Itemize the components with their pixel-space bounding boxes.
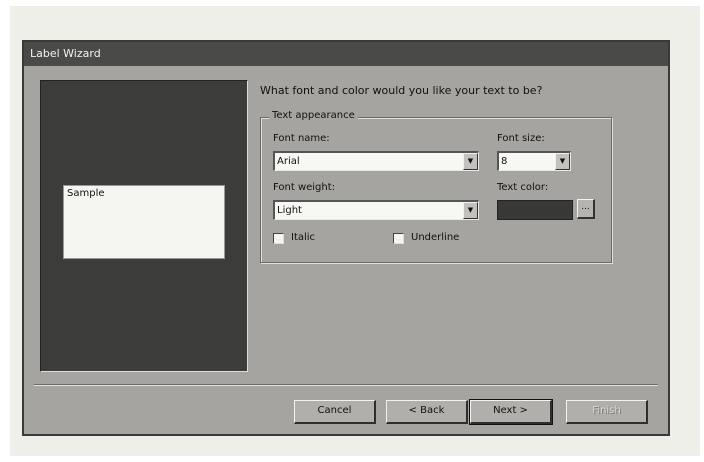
font-name-value: Arial [277,156,300,167]
window-title: Label Wizard [30,47,101,60]
back-button[interactable]: < Back [386,400,468,424]
text-color-label: Text color: [497,182,549,193]
font-size-combo[interactable]: 8 ▼ [497,151,571,171]
text-color-swatch [497,200,573,220]
button-separator [34,384,658,386]
title-bar: Label Wizard [24,42,668,66]
underline-label: Underline [411,232,460,243]
font-name-combo[interactable]: Arial ▼ [273,151,479,171]
font-weight-label: Font weight: [273,182,336,193]
font-weight-value: Light [277,205,302,216]
font-name-label: Font name: [273,133,330,144]
cancel-button[interactable]: Cancel [294,400,376,424]
next-button[interactable]: Next > [469,399,553,425]
sample-text: Sample [67,188,105,199]
underline-checkbox[interactable] [393,233,404,244]
text-appearance-group: Text appearance Font name: Arial ▼ Font … [260,110,612,263]
preview-panel: Sample [40,80,248,372]
italic-label: Italic [291,232,316,243]
chevron-down-icon[interactable]: ▼ [463,153,478,170]
label-wizard-dialog: Label Wizard Sample What font and color … [22,40,670,436]
wizard-question: What font and color would you like your … [260,84,543,97]
font-size-label: Font size: [497,133,545,144]
italic-checkbox[interactable] [273,233,284,244]
chevron-down-icon[interactable]: ▼ [463,202,478,219]
sample-label-preview: Sample [63,185,225,259]
font-weight-combo[interactable]: Light ▼ [273,200,479,220]
choose-color-button[interactable]: ... [577,199,595,219]
group-title: Text appearance [269,110,358,121]
font-size-value: 8 [501,156,508,167]
finish-button[interactable]: Finish [566,400,648,424]
chevron-down-icon[interactable]: ▼ [555,153,570,170]
